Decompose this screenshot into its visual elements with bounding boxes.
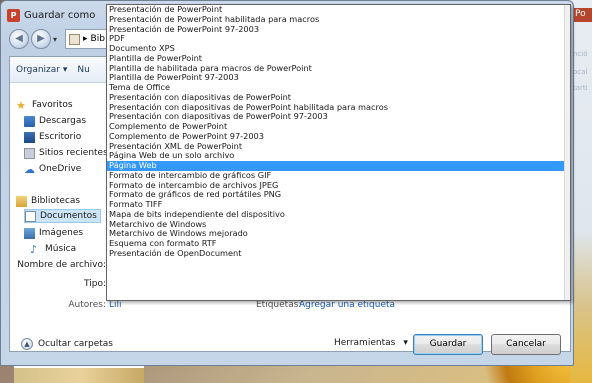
nav-recent[interactable]: Sitios recientes <box>24 146 108 160</box>
library-icon <box>69 33 80 45</box>
file-type-label: Tipo: <box>84 279 106 289</box>
back-button[interactable]: ◀ <box>9 29 29 49</box>
file-type-option[interactable]: Presentación de PowerPoint 97-2003 <box>107 24 570 35</box>
nav-desktop[interactable]: Escritorio <box>24 130 81 144</box>
nav-libraries-label: Bibliotecas <box>31 196 81 206</box>
nav-favorites-label: Favoritos <box>32 100 73 110</box>
libraries-icon <box>16 195 27 207</box>
file-type-option[interactable]: Página Web de un solo archivo <box>107 150 570 161</box>
hide-folders-label: Ocultar carpetas <box>38 339 113 349</box>
star-icon: ★ <box>16 98 26 112</box>
nav-downloads[interactable]: Descargas <box>24 114 86 128</box>
tags-value[interactable]: Agregar una etiqueta <box>299 300 395 310</box>
background-text: ocal <box>573 68 588 76</box>
tools-label: Herramientas <box>334 338 396 348</box>
downloads-folder-icon <box>24 115 35 127</box>
file-type-option[interactable]: PDF <box>107 33 570 44</box>
nav-downloads-label: Descargas <box>39 116 87 126</box>
hide-folders-button[interactable]: ▲ Ocultar carpetas <box>21 338 113 350</box>
title-bar: P Guardar como <box>7 7 95 23</box>
recent-locations-dropdown[interactable]: ▾ <box>53 35 63 44</box>
cancel-button[interactable]: Cancelar <box>491 334 561 355</box>
nav-libraries[interactable]: Bibliotecas <box>16 194 80 208</box>
chevron-up-icon: ▲ <box>21 338 33 350</box>
nav-images-label: Imágenes <box>39 228 84 238</box>
file-type-option[interactable]: Presentación de OpenDocument <box>107 248 570 259</box>
nav-onedrive-label: OneDrive <box>39 164 82 174</box>
navigation-pane: ★ Favoritos Descargas Escritorio Sitios … <box>10 83 110 273</box>
forward-button[interactable]: ▶ <box>31 29 51 49</box>
address-crumb-arrow: ▸ <box>83 34 88 44</box>
music-icon: ♪ <box>30 242 38 256</box>
save-button[interactable]: Guardar <box>413 334 483 355</box>
recent-places-icon <box>24 147 35 159</box>
nav-desktop-label: Escritorio <box>39 132 82 142</box>
nav-music[interactable]: ♪ Música <box>30 242 76 256</box>
file-type-options: Presentación de PowerPoint Presentación d… <box>107 5 570 259</box>
authors-value[interactable]: Lili <box>109 300 122 310</box>
organize-button[interactable]: Organizar ▾ <box>16 65 67 75</box>
nav-recent-label: Sitios recientes <box>39 148 108 158</box>
new-folder-button[interactable]: Nu <box>77 65 89 75</box>
nav-favorites[interactable]: ★ Favoritos <box>16 98 73 112</box>
address-crumb[interactable]: Bib <box>91 34 105 44</box>
tags-label: Etiquetas: <box>256 300 302 310</box>
tools-button[interactable]: Herramientas ▾ <box>334 338 408 348</box>
nav-documents[interactable]: Documentos <box>24 209 101 223</box>
powerpoint-icon: P <box>7 8 20 22</box>
dialog-title: Guardar como <box>24 9 96 21</box>
file-type-dropdown-list[interactable]: Presentación de PowerPoint Presentación d… <box>106 4 571 301</box>
nav-onedrive[interactable]: ☁ OneDrive <box>24 162 81 176</box>
dropdown-scrollbar[interactable] <box>564 5 570 300</box>
background-text: nció <box>573 50 588 58</box>
nav-music-label: Música <box>45 244 77 254</box>
background-app-title: Po <box>575 9 586 19</box>
background-thumbnail-strip <box>14 366 144 383</box>
pictures-icon <box>24 227 35 239</box>
nav-images[interactable]: Imágenes <box>24 226 83 240</box>
cloud-icon: ☁ <box>24 162 35 176</box>
authors-label: Autores: <box>68 300 106 310</box>
desktop-icon <box>24 131 35 143</box>
file-type-option[interactable]: Formato de gráficos de red portátiles PN… <box>107 189 570 200</box>
chevron-down-icon: ▾ <box>403 338 408 348</box>
file-type-option[interactable]: Plantilla de PowerPoint 97-2003 <box>107 72 570 83</box>
background-text: tarti <box>573 84 588 92</box>
nav-documents-label: Documentos <box>40 211 97 221</box>
documents-icon <box>25 210 36 222</box>
filename-label: Nombre de archivo: <box>17 260 106 270</box>
